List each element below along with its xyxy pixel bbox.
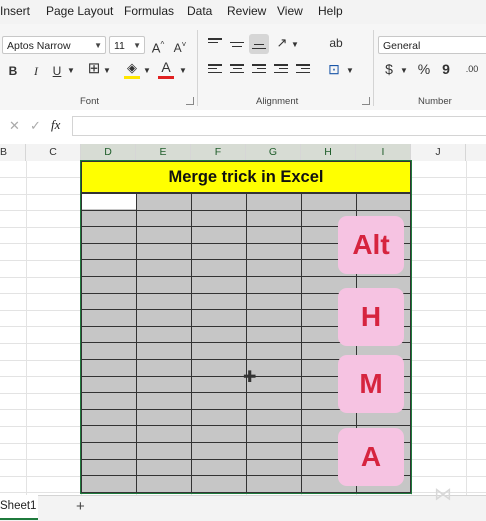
divider [197,30,198,106]
align-left-icon[interactable] [208,64,222,76]
chevron-down-icon[interactable]: ▼ [178,62,188,80]
align-right-icon[interactable] [252,64,266,76]
key-badge-alt: Alt [338,216,404,274]
chevron-down-icon[interactable]: ▼ [102,62,112,80]
column-header-f[interactable]: F [191,144,246,161]
group-label-alignment: Alignment [256,96,299,107]
comma-style-button[interactable]: 9 [440,60,452,78]
chevron-down-icon: ▼ [133,41,141,50]
font-size-select[interactable]: 11 ▼ [109,36,145,54]
menu-insert[interactable]: Insert [0,4,30,18]
underline-button[interactable]: U [50,62,64,80]
font-size-value: 11 [114,40,125,52]
cell-cursor-icon: ✚ [243,369,257,386]
insert-function-button[interactable]: fx [51,117,60,133]
borders-icon[interactable]: ⊞ [86,60,102,78]
ribbon: Aptos Narrow ▼ 11 ▼ A^ A˅ B I U ▼ ⊞ ▼ ◈ … [0,24,486,111]
add-sheet-button[interactable]: + [76,498,85,515]
column-header-e[interactable]: E [136,144,191,161]
increase-indent-icon[interactable] [296,64,310,76]
watermark-icon: ⋈ [434,484,452,504]
key-badge-h: H [338,288,404,346]
menu-bar: Insert Page Layout Formulas Data Review … [0,0,486,24]
dialog-launcher-icon[interactable] [186,97,194,105]
shrink-font-button[interactable]: A˅ [172,36,188,57]
number-format-value: General [383,40,421,52]
dialog-launcher-icon[interactable] [362,97,370,105]
sheet-tab-sheet1[interactable]: Sheet1 [0,495,38,520]
cancel-icon[interactable]: ✕ [9,118,20,134]
divider [373,30,374,106]
align-top-icon[interactable] [208,38,222,50]
menu-help[interactable]: Help [318,4,343,18]
menu-data[interactable]: Data [187,4,212,18]
gridline [26,161,27,495]
font-name-value: Aptos Narrow [7,40,71,52]
column-header-d[interactable]: D [81,144,136,161]
column-header-i[interactable]: I [356,144,411,161]
column-header-j[interactable]: J [411,144,466,161]
align-center-icon[interactable] [230,64,244,76]
gridline [466,161,467,495]
align-middle-icon[interactable] [230,38,244,50]
menu-formulas[interactable]: Formulas [124,4,174,18]
key-badge-m: M [338,355,404,413]
menu-view[interactable]: View [277,4,303,18]
percent-button[interactable]: % [416,60,432,78]
orientation-icon[interactable]: ↗ [274,34,290,52]
chevron-down-icon[interactable]: ▼ [66,62,76,80]
column-header-h[interactable]: H [301,144,356,161]
number-format-select[interactable]: General [378,36,486,54]
group-label-font: Font [80,96,100,107]
grow-font-button[interactable]: A^ [150,36,166,57]
column-header-b[interactable]: B [0,144,26,161]
wrap-text-icon[interactable]: ab [328,34,344,52]
italic-button[interactable]: I [29,62,43,80]
column-header-c[interactable]: C [26,144,81,161]
chevron-down-icon[interactable]: ▼ [399,62,409,80]
enter-icon[interactable]: ✓ [30,118,41,134]
chevron-down-icon[interactable]: ▼ [290,36,300,54]
formula-input[interactable] [72,116,486,136]
chevron-down-icon: ▼ [94,41,102,50]
menu-review[interactable]: Review [227,4,266,18]
chevron-down-icon[interactable]: ▼ [142,62,152,80]
key-badge-a: A [338,428,404,486]
fill-color-icon[interactable]: ◈ [124,60,140,79]
chevron-down-icon[interactable]: ▼ [345,62,355,80]
group-label-number: Number [418,96,452,107]
font-name-select[interactable]: Aptos Narrow ▼ [2,36,106,54]
align-bottom-icon [252,40,266,52]
merge-center-icon[interactable]: ⊡ [326,60,342,78]
increase-decimal-icon[interactable]: .00 [462,60,482,78]
currency-button[interactable]: $ [382,60,396,78]
font-color-button[interactable]: A [158,58,174,79]
column-header-g[interactable]: G [246,144,301,161]
decrease-indent-icon[interactable] [274,64,288,76]
menu-page-layout[interactable]: Page Layout [46,4,113,18]
bold-button[interactable]: B [6,62,20,80]
sheet-tab-bar [0,495,486,521]
